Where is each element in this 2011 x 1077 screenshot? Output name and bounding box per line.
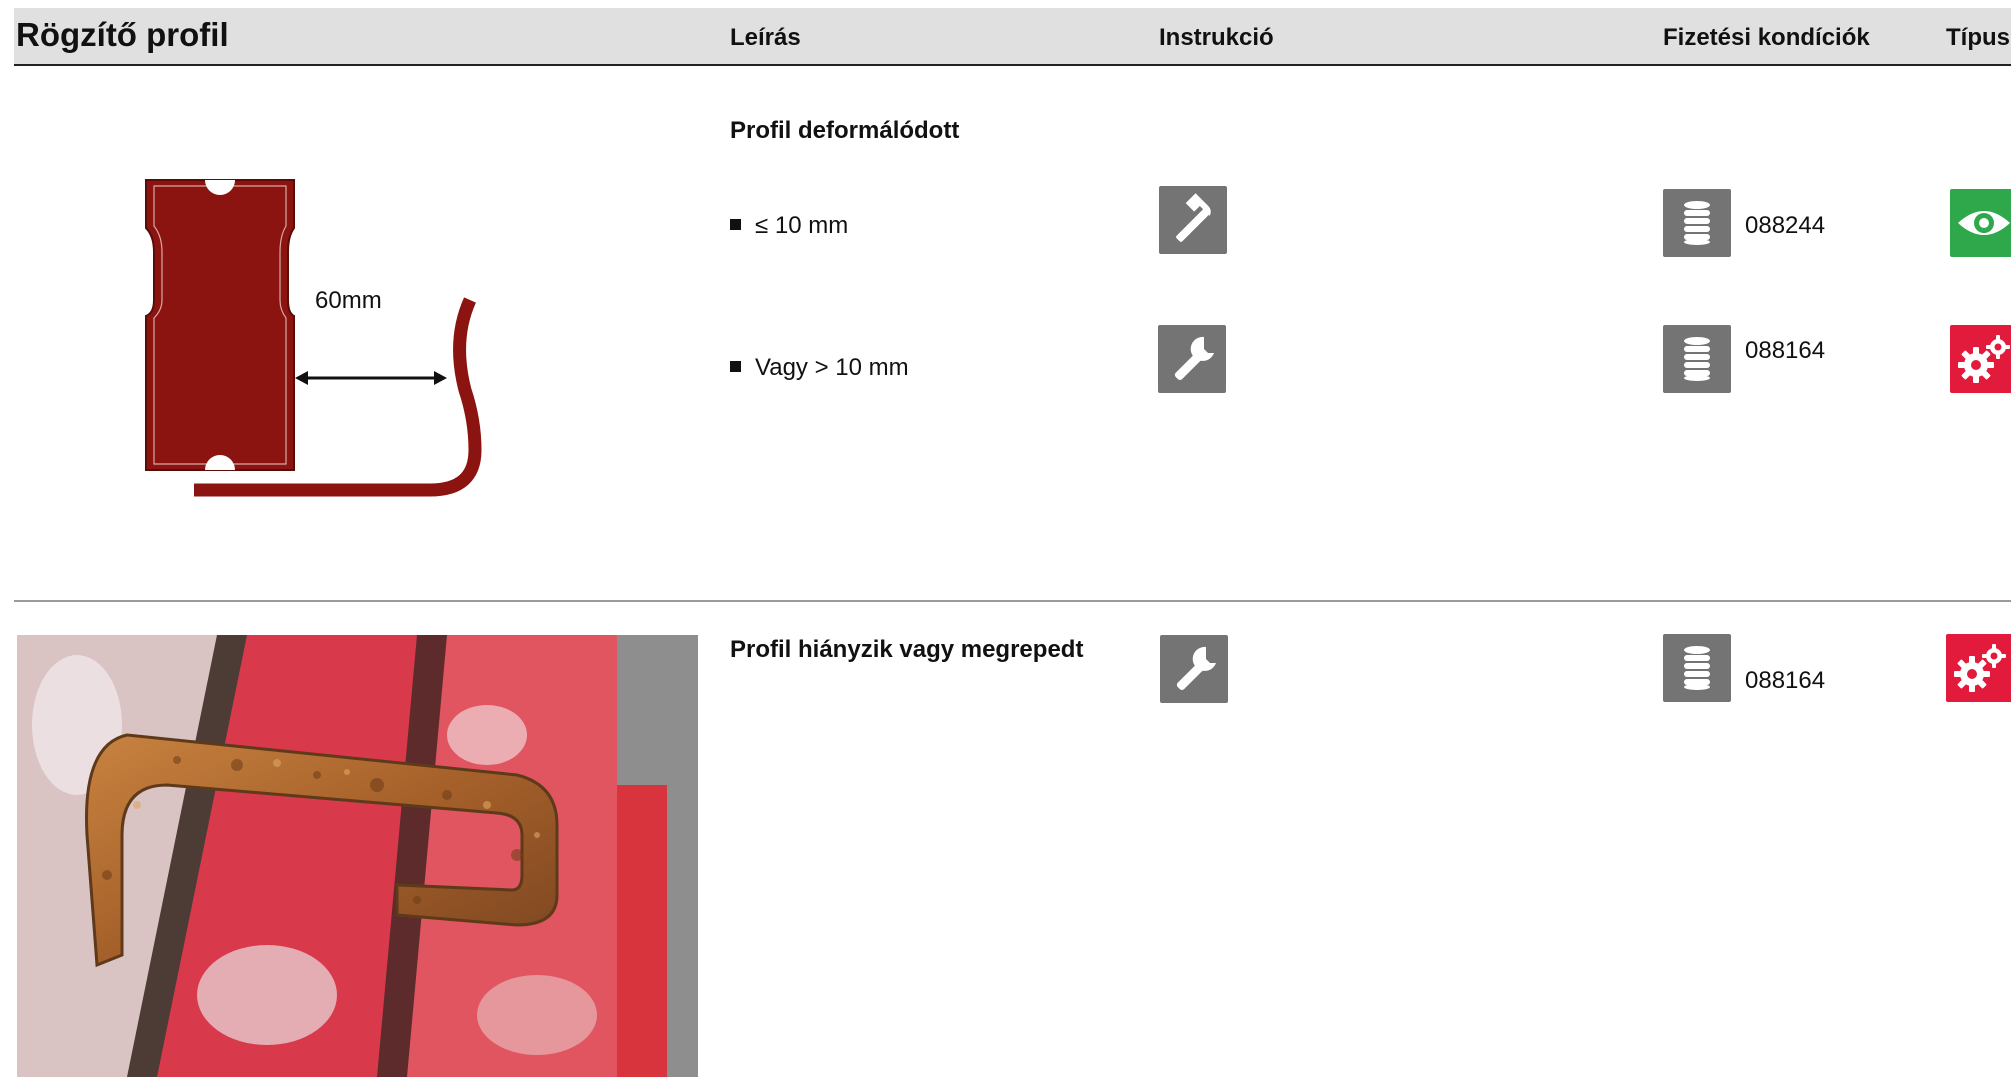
eye-icon [1950, 189, 2011, 257]
column-header-type: Típus [1946, 24, 2010, 51]
page-title: Rögzítő profil [16, 16, 229, 53]
hammer-icon[interactable] [1159, 186, 1227, 254]
list-item-text: ≤ 10 mm [755, 212, 849, 239]
row-divider [14, 600, 2011, 602]
damaged-profile-photo [17, 635, 698, 1077]
gears-icon [1946, 634, 2011, 702]
part-code: 088164 [1745, 667, 1826, 694]
part-code: 088244 [1745, 212, 1826, 239]
row-heading: Profil hiányzik vagy megrepedt [730, 636, 1084, 663]
table-header: Rögzítő profil Leírás Instrukció Fizetés… [14, 8, 2011, 66]
row-heading: Profil deformálódott [730, 117, 960, 144]
bullet-icon [730, 361, 741, 372]
list-item: ≤ 10 mm [730, 212, 848, 240]
list-item-text: Vagy > 10 mm [755, 354, 909, 381]
column-header-instruction: Instrukció [1159, 24, 1274, 51]
coin-stack-icon [1663, 325, 1731, 393]
list-item: Vagy > 10 mm [730, 354, 909, 382]
dimension-label: 60mm [315, 287, 382, 314]
gears-icon [1950, 325, 2011, 393]
part-code: 088164 [1745, 337, 1826, 364]
wrench-icon[interactable] [1158, 325, 1226, 393]
bullet-icon [730, 219, 741, 230]
coin-stack-icon [1663, 634, 1731, 702]
column-header-description: Leírás [730, 24, 801, 51]
column-header-payment-conditions: Fizetési kondíciók [1663, 24, 1870, 51]
wrench-icon[interactable] [1160, 635, 1228, 703]
coin-stack-icon [1663, 189, 1731, 257]
profile-deformation-diagram [130, 170, 490, 515]
